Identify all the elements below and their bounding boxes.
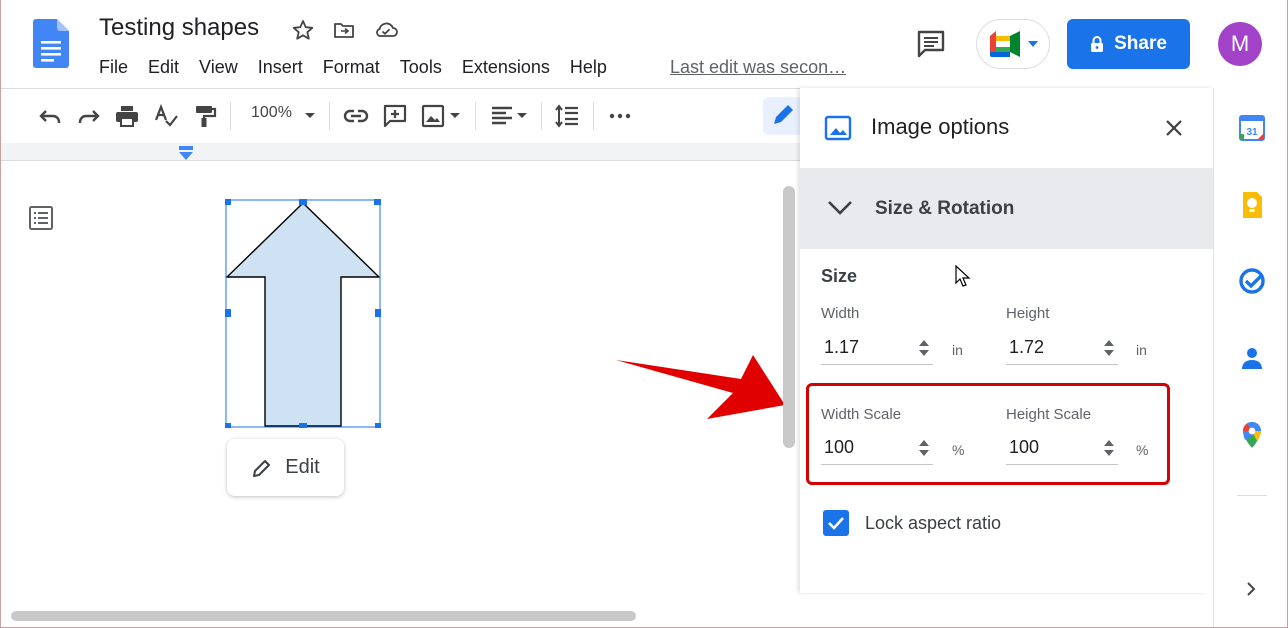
width-scale-unit: % <box>952 442 965 458</box>
chevron-down-icon <box>1028 41 1038 47</box>
maps-icon[interactable] <box>1237 420 1267 450</box>
insert-link-icon[interactable] <box>343 103 369 129</box>
width-input[interactable]: 1.17 <box>821 333 933 365</box>
toolbar-separator <box>593 102 594 130</box>
toolbar-separator <box>329 102 330 130</box>
toolbar-separator <box>541 102 542 130</box>
close-icon[interactable] <box>1161 115 1187 141</box>
pencil-icon <box>253 459 271 477</box>
edit-shape-button[interactable]: Edit <box>227 439 344 496</box>
horizontal-ruler[interactable] <box>1 143 801 161</box>
lock-aspect-label: Lock aspect ratio <box>865 513 1002 533</box>
panel-title: Image options <box>871 114 1010 139</box>
add-comment-icon[interactable] <box>382 103 408 129</box>
spellcheck-icon[interactable] <box>153 103 179 129</box>
menu-help[interactable]: Help <box>560 55 617 79</box>
height-scale-value: 100 <box>1009 437 1040 457</box>
editing-mode-button[interactable] <box>763 97 803 135</box>
spinner-icon[interactable] <box>1102 437 1116 459</box>
edit-label: Edit <box>285 456 320 478</box>
selected-arrow-shape[interactable] <box>225 199 381 428</box>
menu-bar: File Edit View Insert Format Tools Exten… <box>89 55 617 79</box>
spinner-icon[interactable] <box>1102 337 1116 359</box>
meet-icon <box>990 31 1020 57</box>
share-label: Share <box>1114 33 1167 54</box>
height-unit: in <box>1136 342 1147 358</box>
align-left-icon[interactable] <box>489 103 515 129</box>
menu-view[interactable]: View <box>189 55 248 79</box>
chevron-right-icon[interactable] <box>1241 578 1261 600</box>
paint-format-icon[interactable] <box>192 103 218 129</box>
width-scale-value: 100 <box>824 437 855 457</box>
height-label: Height <box>1006 305 1050 322</box>
indent-marker-icon[interactable] <box>178 146 194 161</box>
keep-icon[interactable] <box>1237 190 1267 220</box>
image-chevron-icon[interactable] <box>448 108 462 122</box>
menu-edit[interactable]: Edit <box>138 55 189 79</box>
lock-icon <box>1091 36 1104 52</box>
mouse-cursor-icon <box>955 265 971 287</box>
lock-aspect-checkbox[interactable] <box>823 510 849 536</box>
width-value: 1.17 <box>824 337 860 357</box>
pencil-icon <box>774 105 793 124</box>
menu-insert[interactable]: Insert <box>248 55 313 79</box>
height-value: 1.72 <box>1009 337 1045 357</box>
svg-text:31: 31 <box>1246 127 1258 138</box>
section-title: Size & Rotation <box>875 198 1015 219</box>
width-scale-label: Width Scale <box>821 406 902 423</box>
horizontal-scrollbar[interactable] <box>11 611 636 621</box>
rail-separator <box>1237 495 1267 496</box>
height-input[interactable]: 1.72 <box>1006 333 1118 365</box>
print-icon[interactable] <box>114 103 140 129</box>
menu-file[interactable]: File <box>89 55 138 79</box>
size-heading: Size <box>821 266 858 286</box>
app-window: Testing shapes File Edit View Insert For… <box>0 0 1288 628</box>
contacts-icon[interactable] <box>1237 343 1267 373</box>
redo-icon[interactable] <box>76 103 102 129</box>
height-scale-label: Height Scale <box>1006 406 1092 423</box>
width-scale-input[interactable]: 100 <box>821 433 933 465</box>
zoom-select[interactable]: 100% <box>251 104 292 122</box>
chevron-down-icon[interactable] <box>824 194 856 222</box>
height-scale-unit: % <box>1136 442 1149 458</box>
tasks-icon[interactable] <box>1237 266 1267 296</box>
line-spacing-icon[interactable] <box>554 103 580 129</box>
menu-format[interactable]: Format <box>313 55 390 79</box>
width-unit: in <box>952 342 963 358</box>
image-icon <box>824 115 852 141</box>
width-label: Width <box>821 305 860 322</box>
undo-icon[interactable] <box>37 103 63 129</box>
vertical-scrollbar[interactable] <box>783 186 795 448</box>
calendar-icon[interactable]: 31 <box>1237 113 1267 143</box>
document-outline-icon[interactable] <box>27 204 55 232</box>
align-chevron-icon[interactable] <box>515 108 529 122</box>
comment-history-icon[interactable] <box>913 26 949 62</box>
cloud-saved-icon[interactable] <box>373 18 398 42</box>
menu-tools[interactable]: Tools <box>390 55 452 79</box>
insert-image-icon[interactable] <box>420 103 446 129</box>
document-title[interactable]: Testing shapes <box>99 14 259 42</box>
last-edit-link[interactable]: Last edit was secon… <box>670 55 846 79</box>
docs-logo-icon[interactable] <box>33 19 69 68</box>
annotation-arrow <box>613 355 793 425</box>
toolbar-separator <box>475 102 476 130</box>
meet-button[interactable] <box>976 19 1050 69</box>
share-button[interactable]: Share <box>1067 19 1190 69</box>
toolbar-separator <box>230 102 231 130</box>
spinner-icon[interactable] <box>917 437 931 459</box>
account-avatar[interactable]: M <box>1218 22 1262 66</box>
menu-extensions[interactable]: Extensions <box>452 55 560 79</box>
more-options-icon[interactable] <box>607 103 633 129</box>
spinner-icon[interactable] <box>917 337 931 359</box>
zoom-chevron-icon[interactable] <box>303 108 317 122</box>
move-to-folder-icon[interactable] <box>332 18 356 42</box>
checkmark-icon <box>828 517 844 530</box>
height-scale-input[interactable]: 100 <box>1006 433 1118 465</box>
star-icon[interactable] <box>291 18 315 42</box>
